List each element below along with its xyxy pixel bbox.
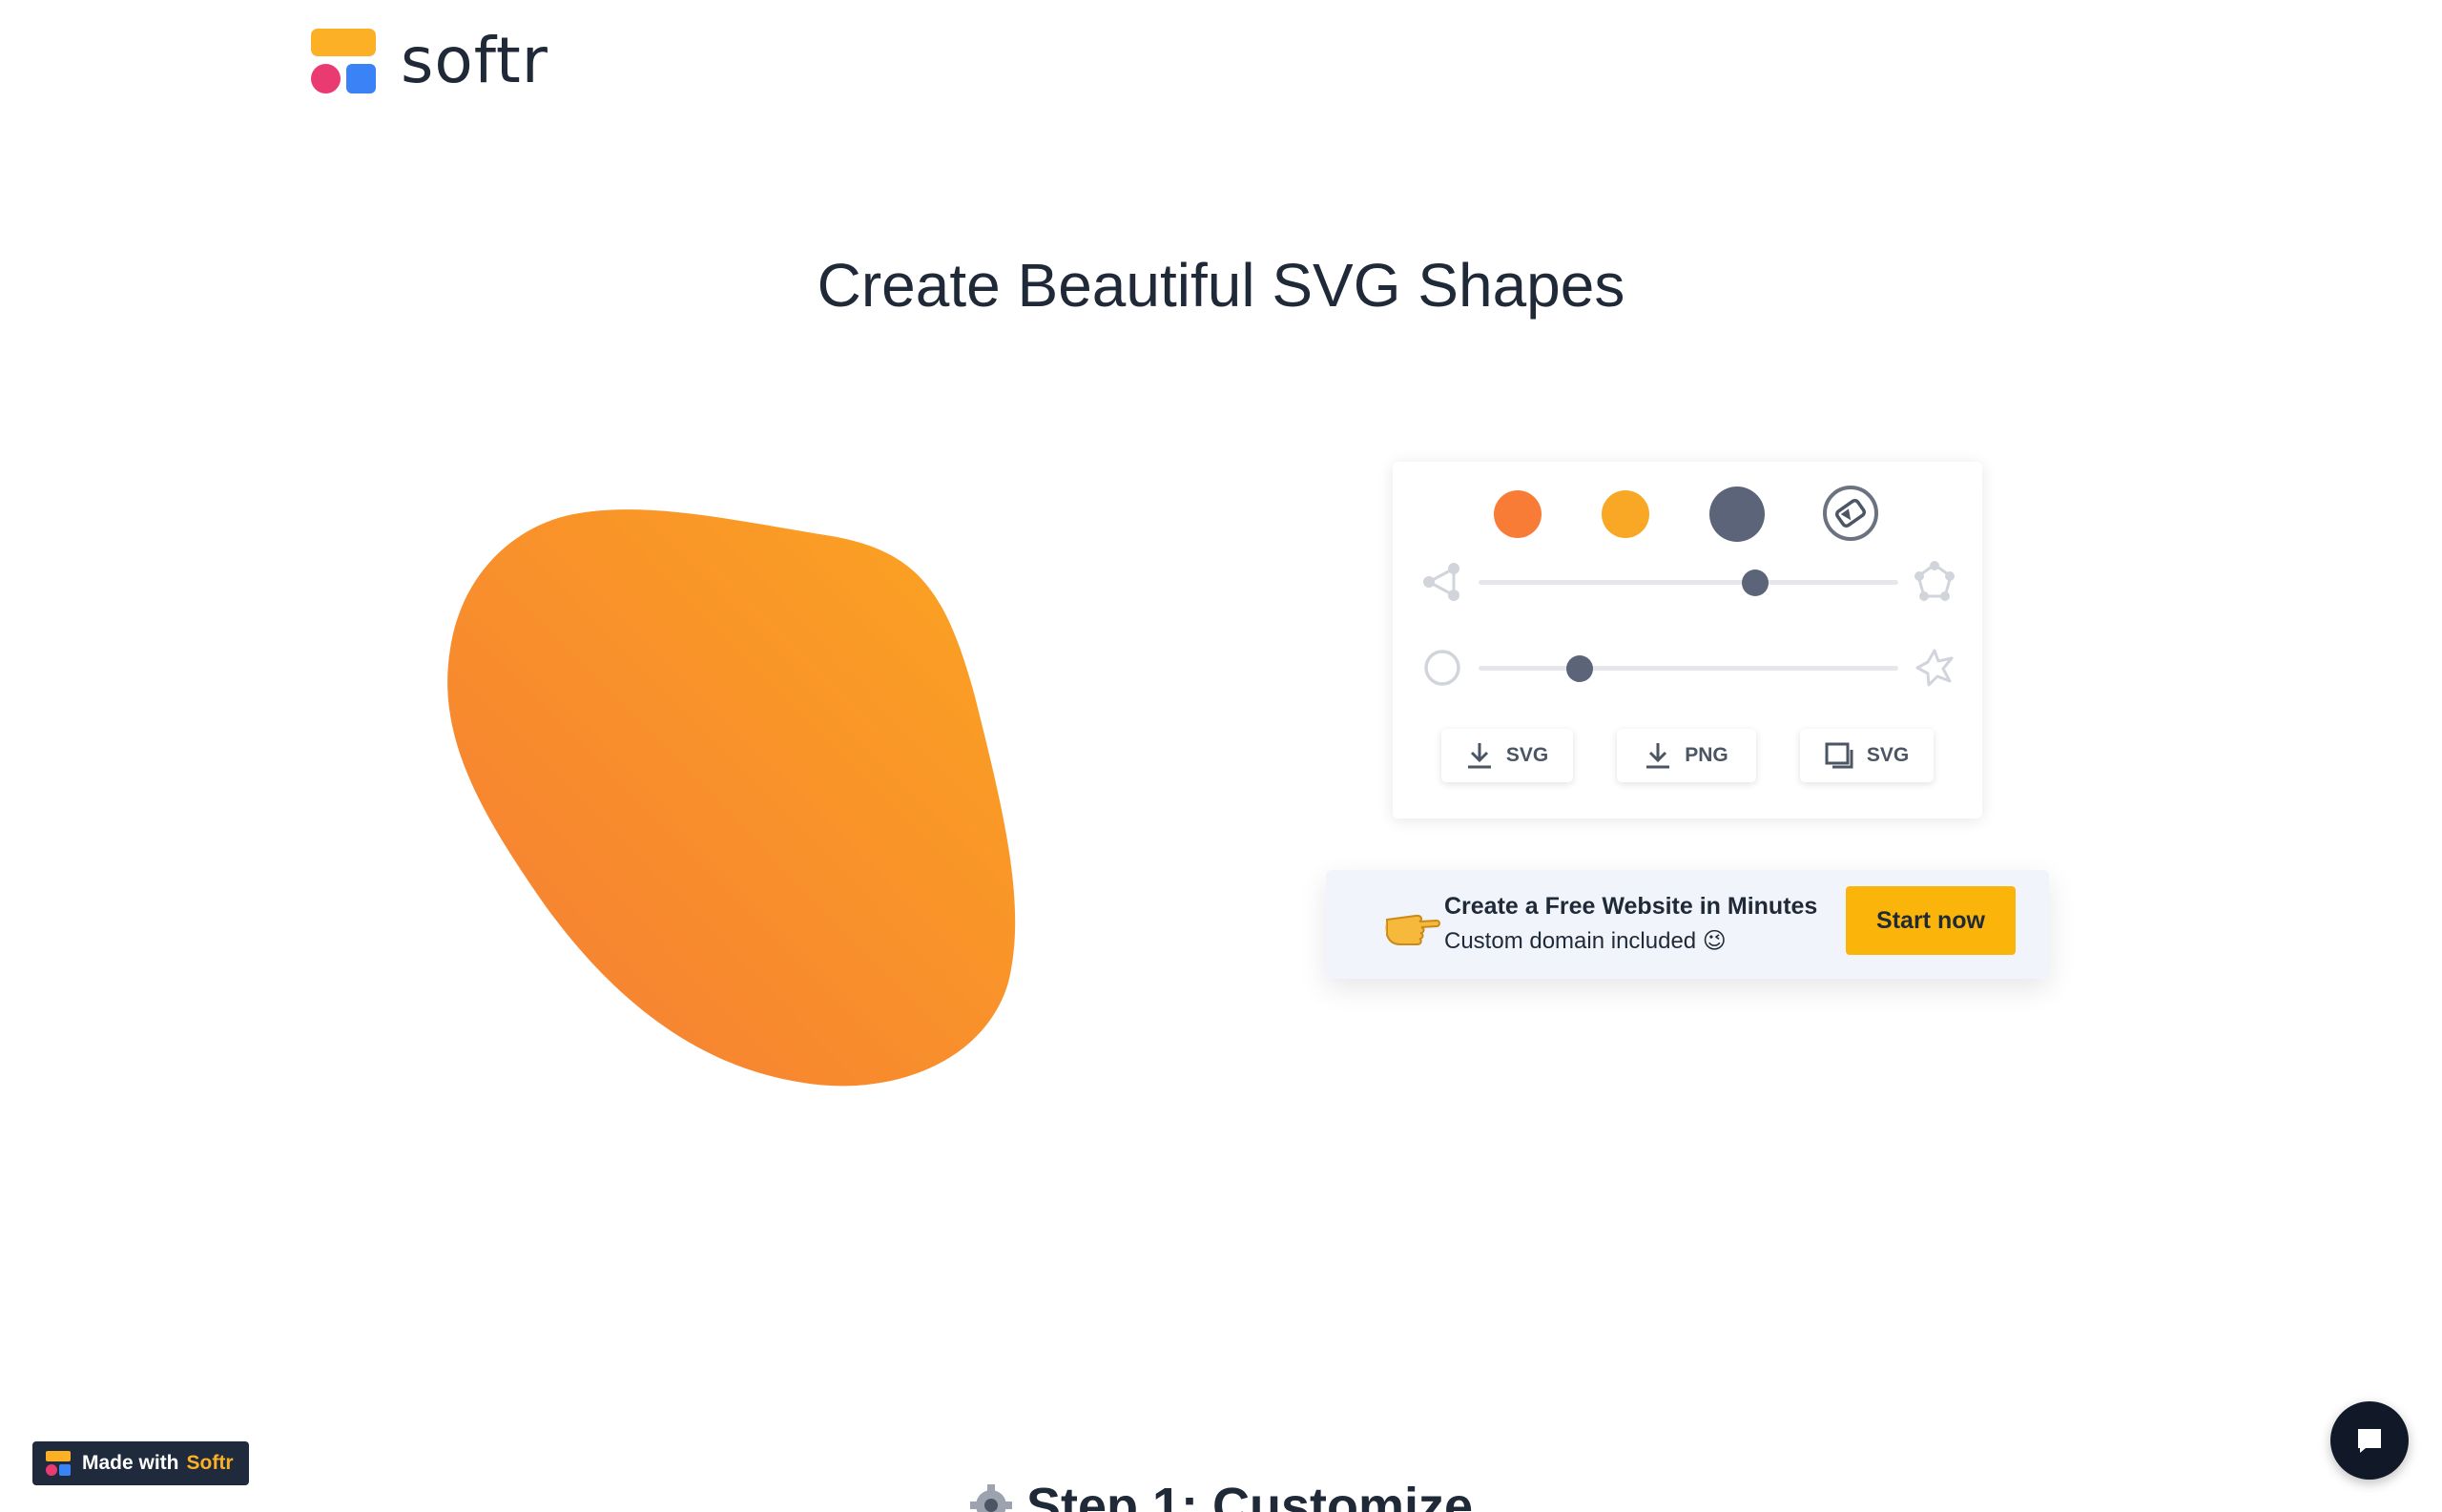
color-swatch-slate[interactable] [1709,487,1765,542]
softr-logo[interactable]: softr [311,29,548,93]
shape-controls-panel: SVG PNG SVG [1393,462,1982,818]
complexity-slider[interactable] [1479,570,1898,596]
download-png-label: PNG [1685,744,1728,766]
color-swatch-orange[interactable] [1494,490,1542,538]
complexity-slider-row [1421,561,1956,603]
softr-mini-logo-icon [46,1451,71,1476]
copy-icon [1825,742,1853,769]
promo-banner: Create a Free Website in Minutes Custom … [1326,870,2049,979]
random-dice-icon [1835,498,1866,528]
made-with-label: Made with [82,1452,179,1474]
random-color-button[interactable] [1823,486,1878,541]
chat-launcher-button[interactable] [2330,1401,2409,1480]
chat-bubble-icon [2358,1429,2381,1453]
download-png-button[interactable]: PNG [1617,729,1756,782]
page-title: Create Beautiful SVG Shapes [817,251,1625,320]
randomness-slider[interactable] [1479,655,1898,682]
circle-outline-icon [1424,650,1460,686]
start-now-button[interactable]: Start now [1846,886,2016,955]
nodes-few-icon [1423,563,1459,601]
nodes-many-icon [1914,561,1955,601]
promo-title: Create a Free Website in Minutes [1444,893,1818,920]
logo-mark-icon [311,29,376,93]
blob-shape-preview [447,509,1016,1087]
download-icon [1467,743,1491,769]
page: softr Create Beautiful SVG Shapes SVG PN… [0,0,2442,1512]
download-svg-button[interactable]: SVG [1441,729,1573,782]
star-outline-icon [1915,649,1954,687]
logo-wordmark: softr [401,24,548,97]
gear-icon [969,1484,1012,1512]
download-icon [1646,743,1670,769]
made-with-brand: Softr [186,1452,234,1474]
copy-svg-label: SVG [1866,744,1910,766]
step-heading: Step 1: Customize [0,1477,2442,1512]
complexity-slider-thumb[interactable] [1742,570,1769,596]
download-svg-label: SVG [1505,744,1549,766]
color-swatch-amber[interactable] [1602,490,1649,538]
copy-svg-button[interactable]: SVG [1800,729,1934,782]
randomness-slider-row [1421,647,1956,689]
randomness-slider-thumb[interactable] [1565,655,1593,682]
step-heading-text: Step 1: Customize [1025,1478,1474,1512]
pointing-hand-icon [1385,914,1440,945]
made-with-softr-badge[interactable]: Made with Softr [32,1441,249,1485]
promo-subtitle: Custom domain included 😉 [1444,928,1727,954]
